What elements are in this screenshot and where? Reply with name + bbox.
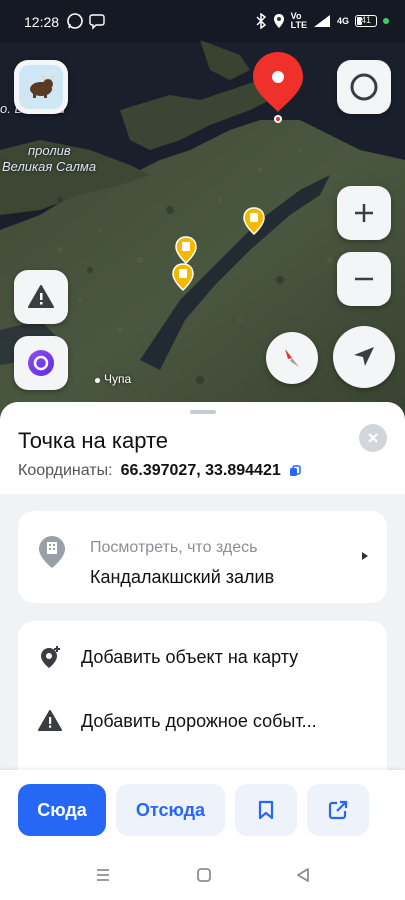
poi-marker[interactable] bbox=[175, 236, 197, 264]
whatsapp-icon bbox=[67, 13, 83, 29]
privacy-indicator bbox=[383, 18, 389, 24]
yak-avatar-icon bbox=[19, 65, 63, 109]
share-button[interactable] bbox=[307, 784, 369, 836]
copy-icon[interactable] bbox=[289, 465, 301, 477]
sheet-header: Точка на карте Координаты: 66.397027, 33… bbox=[0, 402, 405, 494]
poi-marker[interactable] bbox=[172, 263, 194, 291]
compass-icon bbox=[285, 349, 299, 367]
sheet-grabber[interactable] bbox=[190, 410, 216, 414]
layers-button[interactable] bbox=[337, 60, 391, 114]
close-button[interactable] bbox=[359, 424, 387, 452]
actions-card: Добавить объект на карту Добавить дорожн… bbox=[18, 621, 387, 772]
status-time: 12:28 bbox=[24, 14, 60, 30]
share-icon bbox=[328, 800, 348, 820]
minus-icon bbox=[355, 277, 373, 281]
route-from-button[interactable]: Отсюда bbox=[116, 784, 225, 836]
bookmark-icon bbox=[258, 800, 274, 820]
place-name: Кандалакшский залив bbox=[90, 567, 275, 587]
add-road-event-action[interactable]: Добавить дорожное событ... bbox=[18, 693, 387, 749]
status-right-icons: Vo LTE 4G 41 bbox=[255, 12, 389, 30]
location-icon bbox=[273, 14, 284, 28]
zoom-out-button[interactable] bbox=[337, 252, 391, 306]
add-object-action[interactable]: Добавить объект на карту bbox=[18, 629, 387, 685]
chevron-right-icon bbox=[362, 552, 368, 560]
warning-icon bbox=[28, 285, 54, 308]
recents-icon[interactable] bbox=[95, 867, 111, 883]
volte-label: Vo LTE bbox=[290, 11, 307, 30]
alice-icon bbox=[28, 350, 54, 376]
building-pin-icon bbox=[39, 536, 65, 568]
town-label: Чупа bbox=[104, 372, 132, 386]
coordinates-row: Координаты: 66.397027, 33.894421 bbox=[18, 462, 301, 480]
point-bottom-sheet[interactable]: Точка на карте Координаты: 66.397027, 33… bbox=[0, 402, 405, 772]
map-view[interactable]: о. Великий пролив Великая Салма Чупа bbox=[0, 0, 405, 430]
system-nav-bar bbox=[0, 850, 405, 900]
bookmark-button[interactable] bbox=[235, 784, 297, 836]
status-bar: 12:28 Vo LTE 4G 41 bbox=[0, 0, 405, 42]
plus-icon bbox=[355, 204, 373, 222]
signal-icon bbox=[313, 15, 330, 27]
compass-button[interactable] bbox=[266, 332, 318, 384]
poi-marker[interactable] bbox=[243, 207, 265, 235]
town-dot bbox=[95, 378, 100, 383]
selected-point-pin[interactable] bbox=[251, 50, 305, 126]
strait-label-line2: Великая Салма bbox=[2, 159, 97, 174]
zoom-in-button[interactable] bbox=[337, 186, 391, 240]
close-icon bbox=[368, 433, 378, 443]
strait-label-line1: пролив bbox=[28, 143, 71, 158]
route-action-bar: Сюда Отсюда bbox=[0, 770, 405, 850]
profile-avatar-button[interactable] bbox=[14, 60, 68, 114]
add-place-icon bbox=[41, 646, 60, 668]
alice-button[interactable] bbox=[14, 336, 68, 390]
navigate-icon bbox=[354, 347, 374, 366]
whats-here-card[interactable]: Посмотреть, что здесь Кандалакшский зали… bbox=[18, 511, 387, 603]
viber-icon bbox=[89, 14, 105, 30]
network-type-label: 4G bbox=[336, 15, 349, 26]
add-object-label: Добавить объект на карту bbox=[81, 647, 299, 667]
layers-icon bbox=[350, 73, 378, 101]
warning-icon bbox=[38, 710, 62, 731]
add-road-event-label: Добавить дорожное событ... bbox=[81, 711, 317, 731]
home-icon[interactable] bbox=[196, 867, 212, 883]
coordinates-value[interactable]: 66.397027, 33.894421 bbox=[121, 462, 281, 480]
bluetooth-icon bbox=[256, 13, 266, 29]
coordinates-label: Координаты: bbox=[18, 462, 113, 479]
sheet-title: Точка на карте bbox=[18, 428, 169, 453]
back-icon[interactable] bbox=[295, 867, 311, 883]
road-alert-button[interactable] bbox=[14, 270, 68, 324]
route-here-button[interactable]: Сюда bbox=[18, 784, 106, 836]
battery-icon: 41 bbox=[355, 15, 377, 27]
my-location-button[interactable] bbox=[333, 326, 395, 388]
whats-here-hint: Посмотреть, что здесь bbox=[90, 539, 258, 556]
